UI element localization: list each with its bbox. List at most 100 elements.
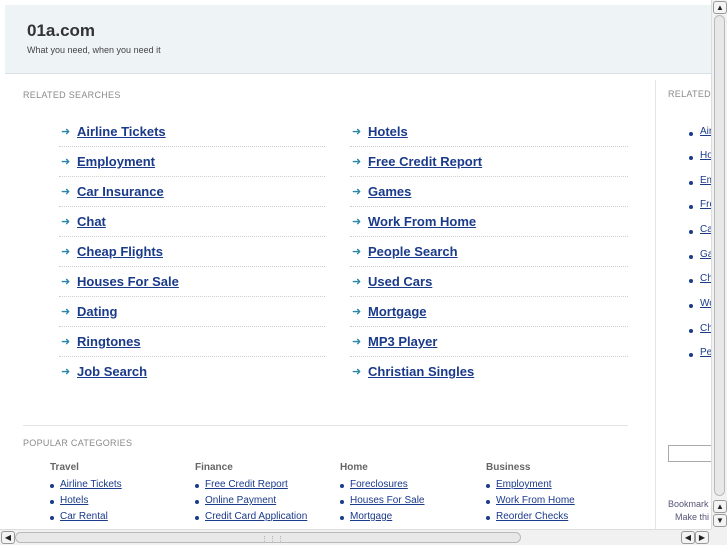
- scroll-left-icon[interactable]: ◀: [681, 531, 695, 544]
- sidebar-link[interactable]: Ca: [700, 224, 711, 235]
- grip-icon: ⋮⋮⋮: [261, 536, 285, 543]
- category-item: Hotels: [50, 495, 190, 511]
- related-search-item: ➜ Hotels: [350, 117, 628, 147]
- related-search-link[interactable]: MP3 Player: [368, 334, 437, 349]
- arrow-right-icon: ➜: [352, 126, 362, 138]
- bullet-icon: [486, 484, 490, 488]
- related-search-link[interactable]: Chat: [77, 214, 106, 229]
- related-search-item: ➜ Ringtones: [59, 327, 325, 357]
- bullet-icon: [340, 484, 344, 488]
- category-link[interactable]: Employment: [496, 479, 552, 490]
- category-item: Online Payment: [195, 495, 335, 511]
- category-link[interactable]: Free Credit Report: [205, 479, 288, 490]
- category-item: Free Credit Report: [195, 479, 335, 495]
- related-search-item: ➜ Car Insurance: [59, 177, 325, 207]
- bullet-icon: [689, 132, 693, 136]
- related-search-link[interactable]: Christian Singles: [368, 364, 474, 379]
- bullet-icon: [689, 156, 693, 160]
- sidebar-search-input[interactable]: [668, 445, 711, 462]
- sidebar-link[interactable]: Ho: [700, 150, 711, 161]
- bullet-icon: [340, 500, 344, 504]
- sidebar-link[interactable]: Pe: [700, 347, 711, 358]
- category-title: Home: [340, 462, 368, 473]
- related-search-link[interactable]: Houses For Sale: [77, 274, 179, 289]
- scroll-up-icon[interactable]: ▲: [713, 500, 727, 513]
- category-link[interactable]: Car Rental: [60, 511, 108, 522]
- related-search-link[interactable]: Mortgage: [368, 304, 427, 319]
- related-search-item: ➜ Airline Tickets: [59, 117, 325, 147]
- related-search-link[interactable]: Free Credit Report: [368, 154, 482, 169]
- category-link[interactable]: Foreclosures: [350, 479, 408, 490]
- vertical-scrollbar[interactable]: ▲ ▲ ▼: [711, 0, 727, 529]
- related-search-item: ➜ Mortgage: [350, 297, 628, 327]
- related-searches-right-column: ➜ Hotels ➜ Free Credit Report ➜ Games ➜ Work…: [350, 117, 628, 386]
- arrow-right-icon: ➜: [61, 246, 71, 258]
- sidebar-link[interactable]: Em: [700, 175, 711, 186]
- section-divider: [23, 425, 628, 426]
- bullet-icon: [689, 304, 693, 308]
- arrow-right-icon: ➜: [352, 336, 362, 348]
- scroll-left-icon[interactable]: ◀: [1, 531, 15, 544]
- arrow-right-icon: ➜: [61, 216, 71, 228]
- category-link[interactable]: Reorder Checks: [496, 511, 568, 522]
- related-search-link[interactable]: Airline Tickets: [77, 124, 166, 139]
- related-search-link[interactable]: Used Cars: [368, 274, 432, 289]
- related-search-link[interactable]: Hotels: [368, 124, 408, 139]
- sidebar-link[interactable]: Fre: [700, 199, 711, 210]
- related-search-link[interactable]: Employment: [77, 154, 155, 169]
- related-search-link[interactable]: Car Insurance: [77, 184, 164, 199]
- category-column-finance: Finance Free Credit Report Online Paymen…: [195, 462, 335, 527]
- related-searches-heading: RELATED SEARCHES: [23, 90, 121, 100]
- sidebar-link[interactable]: Ch: [700, 323, 711, 334]
- related-search-item: ➜ People Search: [350, 237, 628, 267]
- site-title[interactable]: 01a.com: [27, 21, 95, 41]
- category-link[interactable]: Online Payment: [205, 495, 276, 506]
- related-search-item: ➜ Work From Home: [350, 207, 628, 237]
- site-header: 01a.com What you need, when you need it: [5, 5, 711, 74]
- make-homepage-link[interactable]: Make thi: [675, 512, 709, 522]
- arrow-right-icon: ➜: [61, 366, 71, 378]
- related-search-link[interactable]: Games: [368, 184, 411, 199]
- related-search-link[interactable]: Cheap Flights: [77, 244, 163, 259]
- related-search-item: ➜ Houses For Sale: [59, 267, 325, 297]
- category-item: Reorder Checks: [486, 511, 626, 527]
- sidebar-link[interactable]: Air: [700, 126, 711, 137]
- category-title: Business: [486, 462, 531, 473]
- arrow-right-icon: ➜: [352, 216, 362, 228]
- category-link[interactable]: Work From Home: [496, 495, 575, 506]
- category-link[interactable]: Houses For Sale: [350, 495, 424, 506]
- scroll-up-icon[interactable]: ▲: [713, 1, 727, 14]
- related-search-item: ➜ Games: [350, 177, 628, 207]
- bullet-icon: [689, 279, 693, 283]
- related-searches-left-column: ➜ Airline Tickets ➜ Employment ➜ Car Insura…: [59, 117, 325, 386]
- category-link[interactable]: Credit Card Application: [205, 511, 307, 522]
- sidebar-link[interactable]: Ga: [700, 249, 711, 260]
- popular-categories-heading: POPULAR CATEGORIES: [23, 438, 133, 448]
- related-search-item: ➜ Dating: [59, 297, 325, 327]
- vertical-scroll-thumb[interactable]: [714, 15, 725, 496]
- horizontal-scroll-thumb[interactable]: ⋮⋮⋮: [15, 532, 521, 543]
- related-search-link[interactable]: Work From Home: [368, 214, 476, 229]
- related-search-link[interactable]: Job Search: [77, 364, 147, 379]
- arrow-right-icon: ➜: [61, 186, 71, 198]
- horizontal-scrollbar[interactable]: ◀ ⋮⋮⋮ ◀ ▶: [0, 529, 711, 545]
- related-search-item: ➜ MP3 Player: [350, 327, 628, 357]
- page-viewport: 01a.com What you need, when you need it …: [0, 0, 711, 529]
- related-search-item: ➜ Christian Singles: [350, 357, 628, 386]
- sidebar-link[interactable]: Wo: [700, 298, 711, 309]
- scroll-right-icon[interactable]: ▶: [695, 531, 709, 544]
- category-link[interactable]: Hotels: [60, 495, 88, 506]
- scroll-down-icon[interactable]: ▼: [713, 514, 727, 527]
- sidebar-link[interactable]: Ch: [700, 273, 711, 284]
- category-item: Car Rental: [50, 511, 190, 527]
- bookmark-link[interactable]: Bookmark: [668, 499, 709, 509]
- related-search-link[interactable]: Ringtones: [77, 334, 141, 349]
- arrow-right-icon: ➜: [352, 156, 362, 168]
- arrow-right-icon: ➜: [61, 306, 71, 318]
- category-link[interactable]: Airline Tickets: [60, 479, 122, 490]
- bullet-icon: [195, 516, 199, 520]
- category-link[interactable]: Mortgage: [350, 511, 392, 522]
- bullet-icon: [689, 205, 693, 209]
- related-search-link[interactable]: Dating: [77, 304, 117, 319]
- related-search-link[interactable]: People Search: [368, 244, 458, 259]
